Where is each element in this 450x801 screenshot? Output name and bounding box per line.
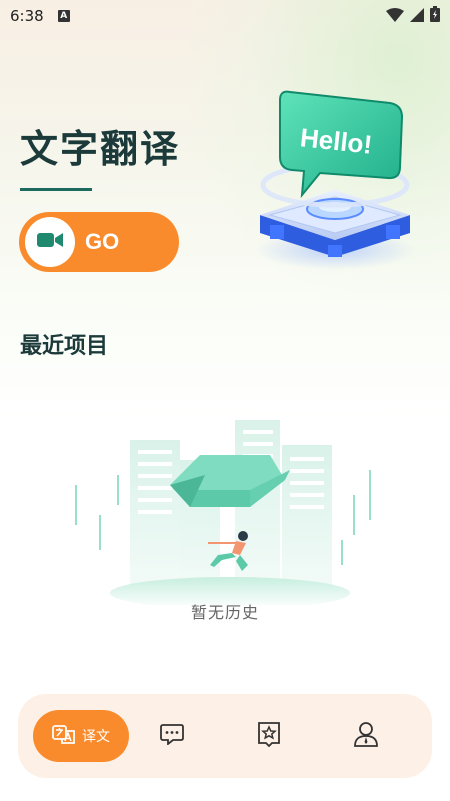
go-button-label: GO: [85, 229, 120, 254]
hero-illustration: Hello!: [240, 85, 430, 275]
status-time: 6:38: [10, 7, 44, 25]
page-title: 文字翻译: [20, 127, 181, 171]
status-bar: 6:38 A: [0, 0, 450, 32]
video-camera-icon: [37, 231, 63, 253]
status-icons: [386, 6, 440, 26]
notification-icon: A: [57, 10, 70, 22]
section-title-recent: 最近项目: [20, 334, 109, 359]
cell-signal-icon: [410, 7, 424, 26]
bottom-nav: 译文: [18, 694, 432, 778]
nav-item-translate[interactable]: 译文: [33, 710, 129, 762]
translate-icon: [52, 723, 76, 749]
nav-item-favorites[interactable]: [247, 710, 291, 762]
chat-icon: [159, 723, 185, 749]
nav-label-translate: 译文: [82, 729, 110, 745]
go-icon-wrap: [25, 217, 75, 267]
title-underline: [20, 188, 92, 191]
empty-state-illustration: [70, 415, 390, 609]
nav-item-chat[interactable]: [150, 710, 194, 762]
battery-icon: [430, 6, 440, 26]
profile-icon: [354, 721, 378, 751]
empty-state-text: 暂无历史: [190, 603, 259, 622]
wifi-icon: [386, 7, 404, 26]
go-button[interactable]: GO: [19, 212, 179, 272]
favorites-icon: [257, 721, 281, 751]
nav-item-profile[interactable]: [344, 710, 388, 762]
